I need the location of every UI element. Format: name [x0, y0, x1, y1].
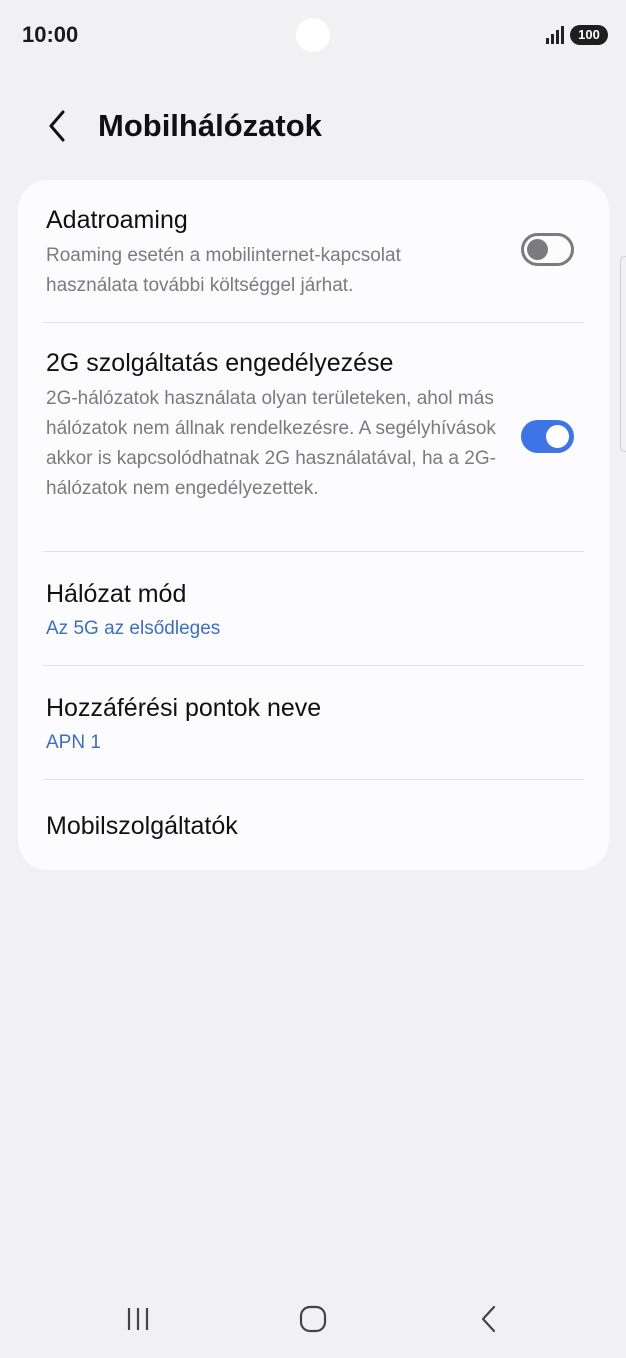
- home-icon[interactable]: [298, 1304, 328, 1334]
- toggle-knob: [527, 239, 548, 260]
- battery-icon: 100: [570, 25, 608, 45]
- setting-description: 2G-hálózatok használata olyan területeke…: [46, 388, 496, 499]
- setting-description: Roaming esetén a mobilinternet-kapcsolat…: [46, 245, 401, 296]
- page-title: Mobilhálózatok: [98, 108, 322, 143]
- setting-title: Hozzáférési pontok neve: [46, 694, 322, 722]
- setting-value: Az 5G az elsődleges: [46, 618, 221, 639]
- chevron-left-icon[interactable]: [40, 108, 76, 144]
- setting-value: APN 1: [46, 732, 101, 753]
- toggle-knob: [546, 425, 569, 448]
- signal-icon: [546, 26, 564, 44]
- setting-title: Mobilszolgáltatók: [46, 812, 238, 840]
- allow-2g-toggle[interactable]: [521, 420, 574, 453]
- setting-network-mode[interactable]: Hálózat mód Az 5G az elsődleges: [18, 552, 609, 665]
- status-bar: 10:00 100: [0, 0, 626, 72]
- setting-data-roaming[interactable]: Adatroaming Roaming esetén a mobilintern…: [18, 180, 609, 322]
- back-icon[interactable]: [474, 1304, 504, 1334]
- setting-network-operators[interactable]: Mobilszolgáltatók: [18, 780, 609, 870]
- setting-allow-2g[interactable]: 2G szolgáltatás engedélyezése 2G-hálózat…: [18, 323, 609, 551]
- app-bar: Mobilhálózatok: [0, 96, 626, 160]
- setting-apn[interactable]: Hozzáférési pontok neve APN 1: [18, 666, 609, 779]
- setting-title: Hálózat mód: [46, 580, 187, 608]
- setting-title: 2G szolgáltatás engedélyezése: [46, 349, 394, 377]
- camera-cutout: [296, 18, 330, 52]
- clock: 10:00: [22, 22, 79, 47]
- setting-title: Adatroaming: [46, 206, 188, 234]
- data-roaming-toggle[interactable]: [521, 233, 574, 266]
- scrollbar[interactable]: [620, 256, 626, 452]
- navigation-bar: [0, 1280, 626, 1358]
- recent-apps-icon[interactable]: [124, 1304, 154, 1334]
- settings-card: Adatroaming Roaming esetén a mobilintern…: [18, 180, 609, 870]
